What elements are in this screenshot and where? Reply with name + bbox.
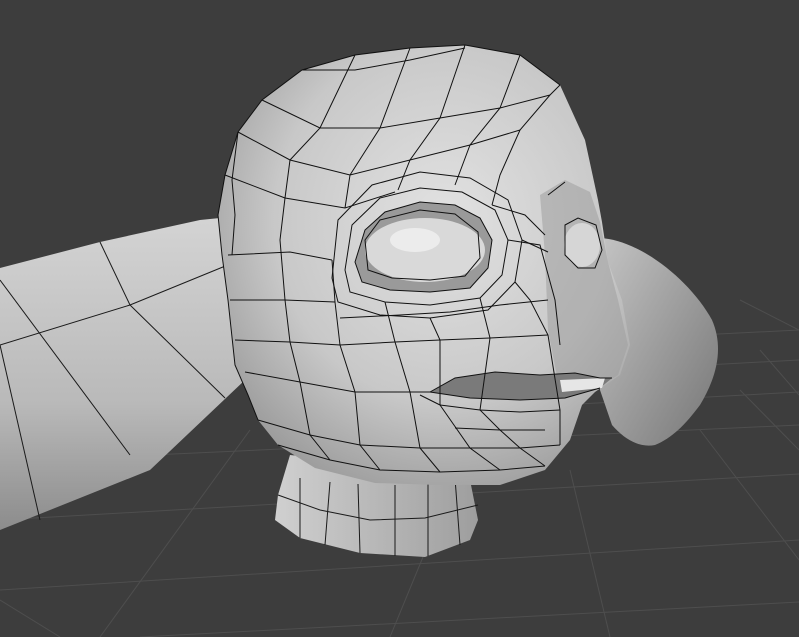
upper-teeth [560,378,605,392]
viewport-canvas[interactable] [0,0,799,637]
eye-highlight [390,228,440,252]
arm-mesh[interactable] [0,215,250,530]
3d-viewport[interactable] [0,0,799,637]
nose-tip [564,223,600,267]
